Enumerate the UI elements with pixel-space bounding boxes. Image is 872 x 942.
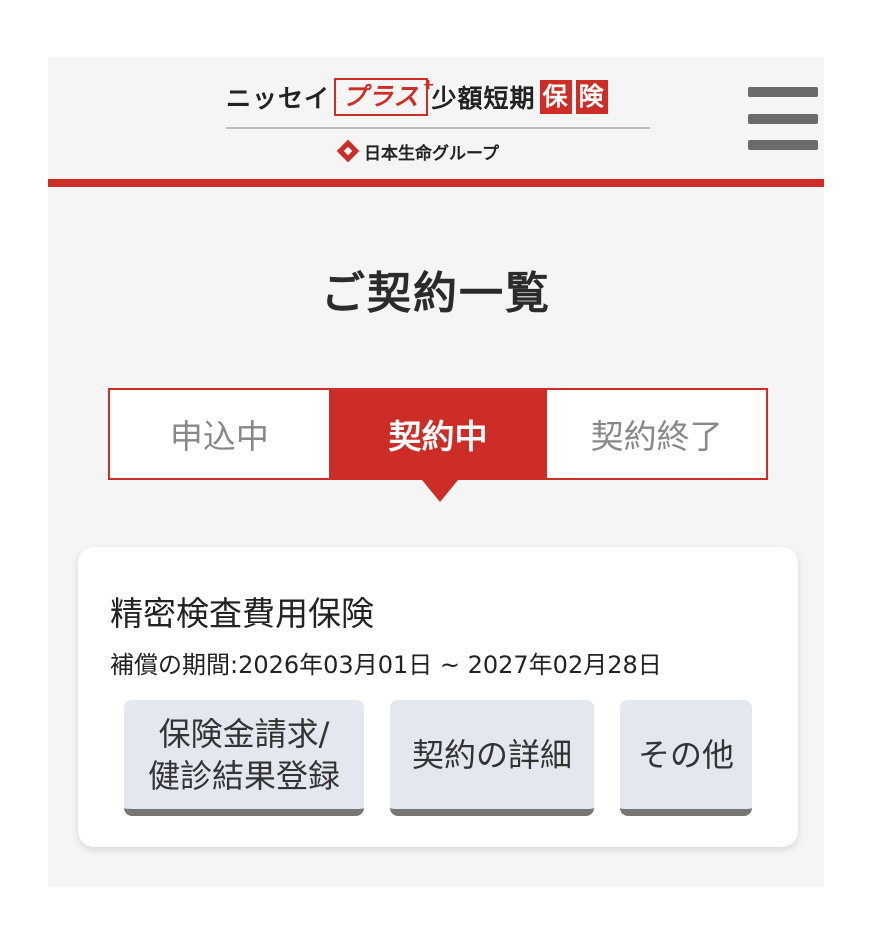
hamburger-menu-button[interactable] [748, 87, 818, 153]
header-accent-bar [48, 179, 824, 187]
logo-shougaku-text: 少額短期 [431, 84, 536, 113]
menu-bar-icon [748, 114, 818, 124]
tab-applying[interactable]: 申込中 [110, 390, 329, 478]
logo-ho-box: 保 [539, 80, 572, 114]
app-frame: ニッセイ プラス + 少額短期 保 険 日本生命グループ ご契約一覧 申込中 契… [48, 57, 824, 887]
nissay-mark-icon [336, 139, 360, 163]
group-tagline: 日本生命グループ [336, 137, 499, 165]
logo-plus-box: プラス + [334, 77, 435, 116]
site-logo[interactable]: ニッセイ プラス + 少額短期 保 険 [226, 75, 608, 119]
contract-details-button[interactable]: 契約の詳細 [390, 700, 594, 816]
logo-nissay-text: ニッセイ [226, 84, 331, 113]
menu-bar-icon [748, 87, 818, 97]
contract-card: 精密検査費用保険 補償の期間:2026年03月01日 ~ 2027年02月28日… [78, 547, 798, 847]
menu-bar-icon [748, 140, 818, 150]
logo-plus-star-icon: + [422, 77, 436, 93]
tab-ended-contracts[interactable]: 契約終了 [547, 390, 767, 478]
tab-active-contracts[interactable]: 契約中 [328, 390, 548, 478]
group-name: 日本生命グループ [364, 143, 499, 164]
contract-name: 精密検査費用保険 [110, 594, 374, 633]
site-header: ニッセイ プラス + 少額短期 保 険 日本生命グループ [48, 57, 824, 179]
other-button[interactable]: その他 [620, 700, 752, 816]
logo-ken-box: 険 [575, 80, 608, 114]
logo-plus-text: プラス [342, 82, 420, 111]
claim-label-line1: 保険金請求/ [158, 714, 330, 753]
claim-button-label: 保険金請求/ 健診結果登録 [148, 713, 340, 797]
active-tab-pointer [422, 480, 458, 502]
claim-button[interactable]: 保険金請求/ 健診結果登録 [124, 700, 364, 816]
contract-period: 補償の期間:2026年03月01日 ~ 2027年02月28日 [110, 651, 662, 679]
claim-label-line2: 健診結果登録 [147, 756, 340, 795]
contract-status-tabs: 申込中 契約中 契約終了 [108, 388, 768, 480]
page-title: ご契約一覧 [321, 268, 551, 319]
contract-actions: 保険金請求/ 健診結果登録 契約の詳細 その他 [124, 700, 752, 816]
logo-divider [226, 127, 650, 129]
